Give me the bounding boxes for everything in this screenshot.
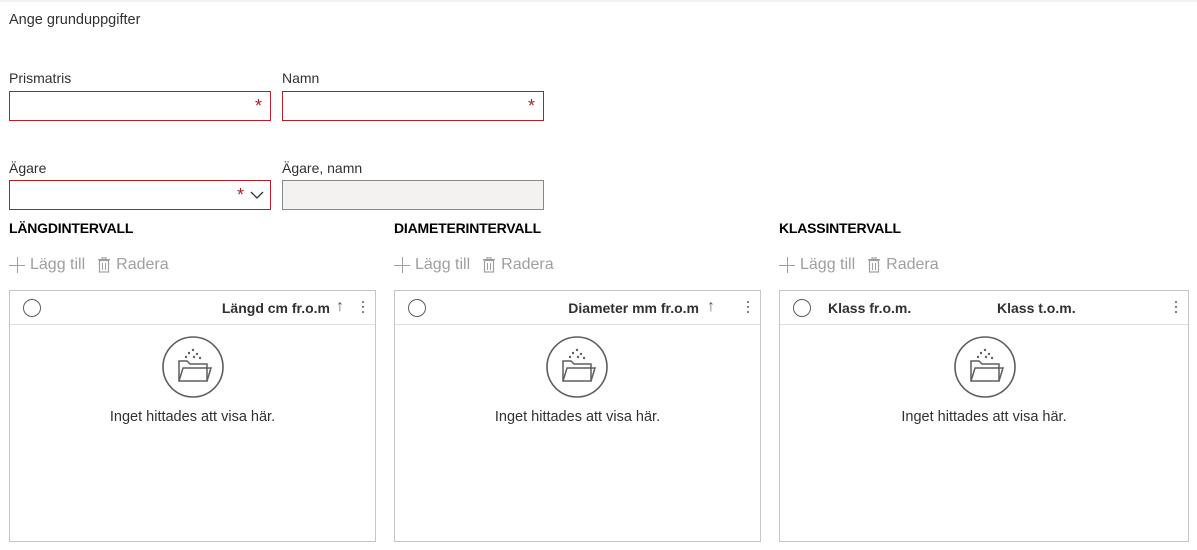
agare-namn-input bbox=[282, 180, 544, 210]
col-klass-from[interactable]: Klass fr.o.m. bbox=[828, 300, 911, 316]
select-all-radio[interactable] bbox=[23, 299, 41, 317]
diameter-add-button[interactable]: Lägg till bbox=[394, 256, 470, 274]
langd-add-button[interactable]: Lägg till bbox=[9, 256, 85, 274]
delete-label: Radera bbox=[886, 256, 939, 273]
agare-dropdown[interactable]: * bbox=[9, 180, 271, 210]
col-langd-from[interactable]: Längd cm fr.o.m bbox=[222, 300, 330, 316]
empty-message: Inget hittades att visa här. bbox=[109, 409, 276, 425]
klass-add-button[interactable]: Lägg till bbox=[779, 256, 855, 274]
grid-header: Diameter mm fr.o.m ↑ bbox=[395, 291, 760, 325]
add-label: Lägg till bbox=[415, 256, 471, 273]
top-divider bbox=[0, 0, 1197, 2]
empty-folder-icon bbox=[546, 336, 608, 398]
empty-folder-icon bbox=[162, 336, 224, 398]
prismatris-label: Prismatris bbox=[9, 70, 72, 86]
namn-label: Namn bbox=[282, 70, 320, 86]
diameter-delete-button[interactable]: Radera bbox=[482, 256, 554, 274]
required-icon: * bbox=[527, 96, 535, 116]
empty-folder-icon bbox=[954, 336, 1016, 398]
klass-delete-button[interactable]: Radera bbox=[867, 256, 939, 274]
agare-label: Ägare bbox=[9, 160, 47, 176]
select-all-radio[interactable] bbox=[793, 299, 811, 317]
klass-grid: Klass fr.o.m. Klass t.o.m. Inget hittade… bbox=[779, 290, 1189, 542]
select-all-radio[interactable] bbox=[408, 299, 426, 317]
plus-icon bbox=[394, 257, 410, 273]
more-options-icon[interactable] bbox=[361, 299, 365, 315]
langd-delete-button[interactable]: Radera bbox=[97, 256, 169, 274]
trash-icon bbox=[98, 257, 111, 273]
trash-icon bbox=[868, 257, 881, 273]
col-diameter-from[interactable]: Diameter mm fr.o.m bbox=[568, 300, 699, 316]
delete-label: Radera bbox=[116, 256, 169, 273]
diameter-toolbar: Lägg till Radera bbox=[394, 254, 566, 276]
klass-toolbar: Lägg till Radera bbox=[779, 254, 951, 276]
langd-toolbar: Lägg till Radera bbox=[9, 254, 181, 276]
grid-header: Klass fr.o.m. Klass t.o.m. bbox=[780, 291, 1188, 325]
col-klass-to[interactable]: Klass t.o.m. bbox=[997, 300, 1076, 316]
plus-icon bbox=[9, 257, 25, 273]
agare-namn-label: Ägare, namn bbox=[282, 160, 363, 176]
diameterintervall-title: DIAMETERINTERVALL bbox=[394, 220, 541, 236]
required-icon: * bbox=[254, 96, 262, 116]
grid-header: Längd cm fr.o.m ↑ bbox=[10, 291, 375, 325]
langdintervall-title: LÄNGDINTERVALL bbox=[9, 220, 134, 236]
sort-ascending-icon: ↑ bbox=[707, 298, 715, 315]
prismatris-input[interactable]: * bbox=[9, 91, 271, 121]
more-options-icon[interactable] bbox=[746, 299, 750, 315]
empty-message: Inget hittades att visa här. bbox=[494, 409, 661, 425]
sort-ascending-icon: ↑ bbox=[336, 298, 344, 315]
add-label: Lägg till bbox=[30, 256, 86, 273]
chevron-down-icon[interactable] bbox=[250, 188, 264, 202]
empty-message: Inget hittades att visa här. bbox=[901, 409, 1067, 425]
klassintervall-title: KLASSINTERVALL bbox=[779, 220, 901, 236]
delete-label: Radera bbox=[501, 256, 554, 273]
add-label: Lägg till bbox=[800, 256, 856, 273]
trash-icon bbox=[483, 257, 496, 273]
page-title: Ange grunduppgifter bbox=[9, 12, 141, 28]
langd-grid: Längd cm fr.o.m ↑ Inget hittades att vis… bbox=[9, 290, 376, 542]
diameter-grid: Diameter mm fr.o.m ↑ Inget hittades att … bbox=[394, 290, 761, 542]
namn-input[interactable]: * bbox=[282, 91, 544, 121]
plus-icon bbox=[779, 257, 795, 273]
more-options-icon[interactable] bbox=[1174, 299, 1178, 315]
required-icon: * bbox=[236, 185, 244, 205]
